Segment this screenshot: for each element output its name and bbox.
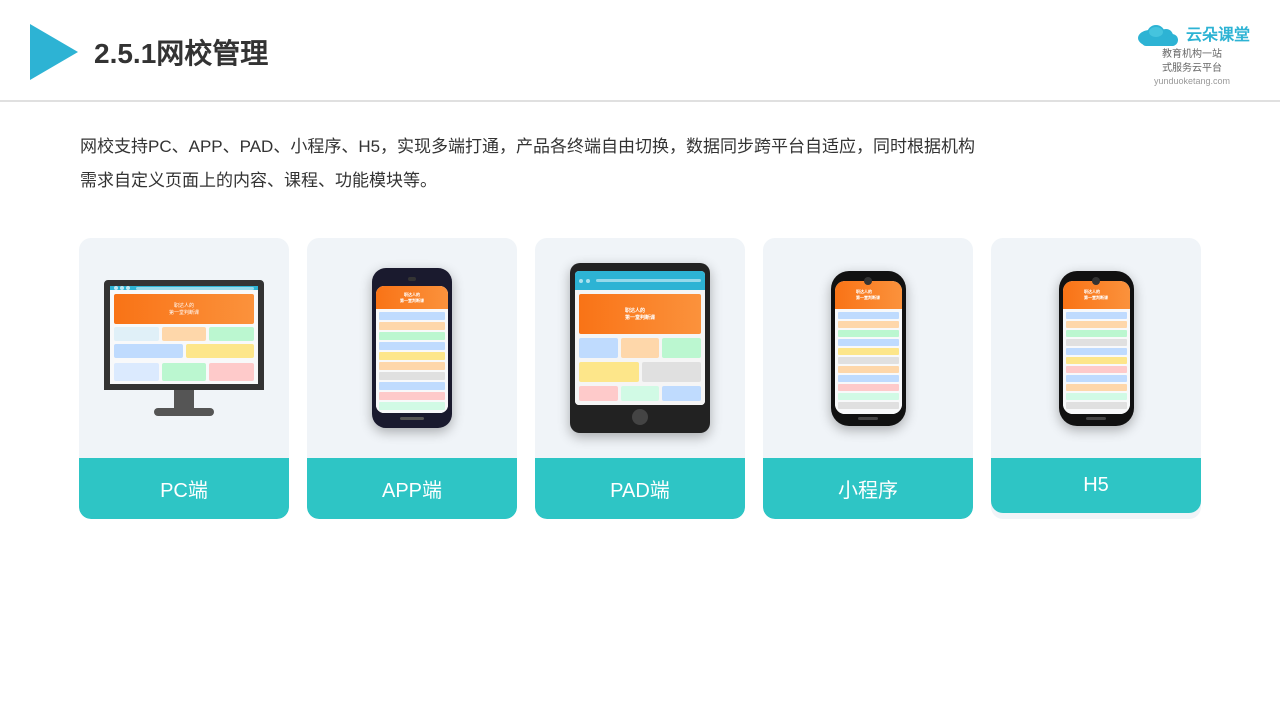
card-app-image: 职达人的第一堂判断课 <box>307 238 517 458</box>
header-left: 2.5.1网校管理 <box>30 24 268 80</box>
tablet-screen: 职达人的第一堂判断课 <box>575 271 705 405</box>
card-h5-image: 职达人的第一堂判断课 <box>991 238 1201 458</box>
phone-home-indicator <box>400 417 424 420</box>
page-title: 2.5.1网校管理 <box>94 32 268 72</box>
pad-tablet-mockup: 职达人的第一堂判断课 <box>570 263 710 433</box>
card-pad-image: 职达人的第一堂判断课 <box>535 238 745 458</box>
header: 2.5.1网校管理 云朵课堂 教育机构一站 式服务云平台 yunduoketan… <box>0 0 1280 102</box>
brand-logo: 云朵课堂 <box>1134 18 1250 48</box>
card-miniprogram: 职达人的第一堂判断课 <box>763 238 973 519</box>
app-phone-mockup: 职达人的第一堂判断课 <box>372 268 452 428</box>
card-h5-label: H5 <box>991 458 1201 513</box>
miniprogram-home-bar <box>858 417 878 420</box>
card-h5: 职达人的第一堂判断课 <box>991 238 1201 519</box>
phone-notch <box>400 276 424 282</box>
h5-screen: 职达人的第一堂判断课 <box>1063 281 1130 414</box>
brand-area: 云朵课堂 教育机构一站 式服务云平台 yunduoketang.com <box>1134 18 1250 86</box>
cloud-icon <box>1134 18 1178 48</box>
brand-url: yunduoketang.com <box>1154 76 1230 86</box>
desc-line: 网校支持PC、APP、PAD、小程序、H5，实现多端打通，产品各终端自由切换，数… <box>80 137 975 156</box>
miniprogram-screen: 职达人的第一堂判断课 <box>835 281 902 414</box>
h5-home-bar <box>1086 417 1106 420</box>
cards-container: 职达人的第一堂判断课 <box>0 218 1280 539</box>
card-pad-label: PAD端 <box>535 458 745 519</box>
tablet-home-btn <box>632 409 648 425</box>
card-pc-label: PC端 <box>79 458 289 519</box>
pc-monitor-mockup: 职达人的第一堂判断课 <box>104 280 264 416</box>
card-app-label: APP端 <box>307 458 517 519</box>
card-pad: 职达人的第一堂判断课 <box>535 238 745 519</box>
card-miniprogram-label: 小程序 <box>763 458 973 519</box>
brand-slogan: 教育机构一站 式服务云平台 <box>1162 48 1222 76</box>
h5-phone-mockup: 职达人的第一堂判断课 <box>1059 271 1134 426</box>
logo-triangle-icon <box>30 24 78 80</box>
brand-name: 云朵课堂 <box>1186 21 1250 45</box>
desc-line2: 需求自定义页面上的内容、课程、功能模块等。 <box>80 171 437 190</box>
phone-screen: 职达人的第一堂判断课 <box>376 286 448 413</box>
miniprogram-phone-mockup: 职达人的第一堂判断课 <box>831 271 906 426</box>
card-miniprogram-image: 职达人的第一堂判断课 <box>763 238 973 458</box>
phone-punch-icon <box>864 277 872 285</box>
card-pc: 职达人的第一堂判断课 <box>79 238 289 519</box>
h5-phone-punch-icon <box>1092 277 1100 285</box>
card-app: 职达人的第一堂判断课 <box>307 238 517 519</box>
monitor-screen: 职达人的第一堂判断课 <box>104 280 264 390</box>
description-text: 网校支持PC、APP、PAD、小程序、H5，实现多端打通，产品各终端自由切换，数… <box>0 102 1280 218</box>
card-pc-image: 职达人的第一堂判断课 <box>79 238 289 458</box>
